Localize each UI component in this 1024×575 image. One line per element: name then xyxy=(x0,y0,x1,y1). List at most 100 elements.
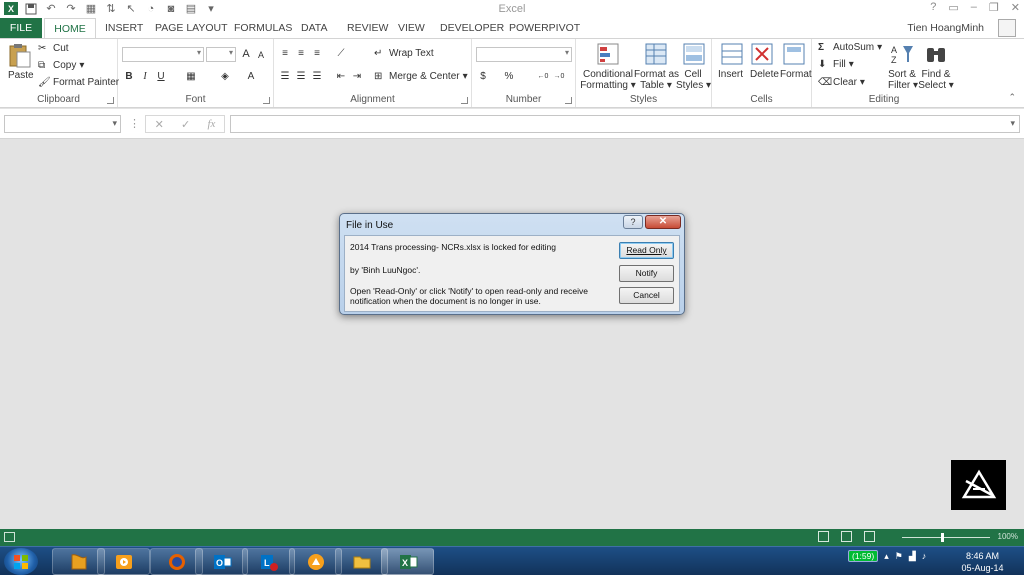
fill-button[interactable]: ⬇ Fill ▾ xyxy=(818,59,854,70)
tab-powerpivot[interactable]: POWERPIVOT xyxy=(509,18,580,38)
tab-data[interactable]: DATA xyxy=(301,18,327,38)
dialog-help-button[interactable]: ? xyxy=(623,215,643,229)
volume-icon[interactable]: ♪ xyxy=(922,551,927,561)
taskbar-media-player-icon[interactable] xyxy=(97,548,150,575)
cell-styles-button[interactable]: Cell Styles ▾ xyxy=(676,69,711,91)
paste-button[interactable]: Paste xyxy=(8,70,34,81)
formula-bar-grip-icon[interactable]: ⋮ xyxy=(129,117,140,130)
flag-icon[interactable]: ⚑ xyxy=(895,551,903,562)
macro-record-icon[interactable] xyxy=(4,532,15,542)
sort-filter-button[interactable]: Sort & Filter ▾ xyxy=(888,69,918,91)
paste-icon[interactable] xyxy=(8,43,32,68)
help-icon[interactable]: ? xyxy=(930,1,936,14)
zoom-slider-thumb[interactable] xyxy=(941,533,944,542)
tab-insert[interactable]: INSERT xyxy=(105,18,143,38)
border-icon[interactable]: ▦ xyxy=(184,70,198,84)
insert-button[interactable]: Insert xyxy=(718,69,743,80)
fill-color-icon[interactable]: ◈ xyxy=(218,70,232,84)
bold-button[interactable]: B xyxy=(122,70,136,84)
start-button[interactable] xyxy=(4,548,38,575)
delete-cells-icon[interactable] xyxy=(750,42,774,66)
sort-filter-icon[interactable]: AZ xyxy=(890,42,914,66)
increase-decimal-icon[interactable]: ←0 xyxy=(536,70,550,84)
font-color-icon[interactable]: A xyxy=(244,70,258,84)
decrease-indent-icon[interactable]: ⇤ xyxy=(334,70,348,84)
copy-button[interactable]: ⧉ Copy ▾ xyxy=(38,60,84,71)
tab-page-layout[interactable]: PAGE LAYOUT xyxy=(155,18,228,38)
cut-button[interactable]: ✂ Cut xyxy=(38,43,69,54)
insert-cells-icon[interactable] xyxy=(720,42,744,66)
align-middle-icon[interactable]: ≡ xyxy=(294,47,308,61)
close-icon[interactable]: ✕ xyxy=(1011,1,1020,14)
normal-view-icon[interactable] xyxy=(818,531,829,542)
format-button[interactable]: Format xyxy=(780,69,812,80)
user-name[interactable]: Tien HoangMinh xyxy=(907,22,984,34)
format-as-table-icon[interactable] xyxy=(644,42,668,66)
ribbon-display-icon[interactable]: ▭ xyxy=(948,1,958,14)
number-format-select[interactable] xyxy=(476,47,572,62)
wrap-text-button[interactable]: ↵ Wrap Text xyxy=(374,48,434,59)
orientation-icon[interactable]: ⟋ xyxy=(334,47,348,61)
align-left-icon[interactable]: ☰ xyxy=(278,70,292,84)
enter-entry-icon[interactable]: ✓ xyxy=(181,118,190,131)
tab-formulas[interactable]: FORMULAS xyxy=(234,18,292,38)
shrink-font-button[interactable]: A xyxy=(254,48,268,62)
format-painter-button[interactable]: 🖌 Format Painter xyxy=(38,77,119,88)
conditional-formatting-icon[interactable] xyxy=(596,42,620,66)
zoom-level[interactable]: 100% xyxy=(998,532,1018,541)
autosum-button[interactable]: Σ AutoSum ▾ xyxy=(818,42,882,53)
avatar[interactable] xyxy=(998,19,1016,37)
merge-center-button[interactable]: ⊞ Merge & Center ▾ xyxy=(374,71,468,82)
restore-icon[interactable]: ❐ xyxy=(989,1,999,14)
signal-icon[interactable]: ▟ xyxy=(909,551,916,562)
tab-home[interactable]: HOME xyxy=(44,18,96,38)
italic-button[interactable]: I xyxy=(138,70,152,84)
font-name-select[interactable] xyxy=(122,47,204,62)
find-select-button[interactable]: Find & Select ▾ xyxy=(918,69,954,91)
align-right-icon[interactable]: ☰ xyxy=(310,70,324,84)
alignment-launcher-icon[interactable] xyxy=(461,97,468,104)
format-cells-icon[interactable] xyxy=(782,42,806,66)
tab-view[interactable]: VIEW xyxy=(398,18,425,38)
font-launcher-icon[interactable] xyxy=(263,97,270,104)
underline-button[interactable]: U xyxy=(154,70,168,84)
name-box[interactable] xyxy=(4,115,121,133)
battery-indicator[interactable]: (1:59) xyxy=(848,550,879,562)
minimize-icon[interactable]: – xyxy=(971,1,977,14)
zoom-slider[interactable] xyxy=(902,537,990,538)
tab-review[interactable]: REVIEW xyxy=(347,18,388,38)
grow-font-button[interactable]: A xyxy=(239,47,253,61)
tray-expand-icon[interactable]: ▴ xyxy=(884,551,889,562)
taskbar-outlook-icon[interactable]: O xyxy=(195,548,248,575)
currency-button[interactable]: $ xyxy=(476,70,490,84)
taskbar-excel-icon[interactable]: X xyxy=(381,548,434,575)
taskbar-lync-icon[interactable]: L xyxy=(242,548,295,575)
dialog-close-button[interactable]: ✕ xyxy=(645,215,681,229)
cancel-button[interactable]: Cancel xyxy=(619,287,674,304)
format-as-table-button[interactable]: Format as Table ▾ xyxy=(634,69,679,91)
delete-button[interactable]: Delete xyxy=(750,69,779,80)
clock[interactable]: 8:46 AM 05-Aug-14 xyxy=(955,550,1010,574)
binoculars-icon[interactable] xyxy=(924,42,948,66)
clipboard-launcher-icon[interactable] xyxy=(107,97,114,104)
number-launcher-icon[interactable] xyxy=(565,97,572,104)
conditional-formatting-button[interactable]: Conditional Formatting ▾ xyxy=(580,69,636,91)
notify-button[interactable]: Notify xyxy=(619,265,674,282)
align-bottom-icon[interactable]: ≡ xyxy=(310,47,324,61)
tab-developer[interactable]: DEVELOPER xyxy=(440,18,504,38)
decrease-decimal-icon[interactable]: →0 xyxy=(552,70,566,84)
formula-input[interactable] xyxy=(230,115,1020,133)
page-break-view-icon[interactable] xyxy=(864,531,875,542)
tab-file[interactable]: FILE xyxy=(0,18,42,38)
align-top-icon[interactable]: ≡ xyxy=(278,47,292,61)
increase-indent-icon[interactable]: ⇥ xyxy=(350,70,364,84)
cell-styles-icon[interactable] xyxy=(682,42,706,66)
clear-button[interactable]: ⌫ Clear ▾ xyxy=(818,77,865,88)
insert-function-icon[interactable]: fx xyxy=(207,118,215,130)
align-center-icon[interactable]: ☰ xyxy=(294,70,308,84)
page-layout-view-icon[interactable] xyxy=(841,531,852,542)
font-size-select[interactable] xyxy=(206,47,236,62)
cancel-entry-icon[interactable]: ✕ xyxy=(155,118,164,131)
percent-button[interactable]: % xyxy=(502,70,516,84)
collapse-ribbon-icon[interactable]: ⌃ xyxy=(1008,92,1016,103)
